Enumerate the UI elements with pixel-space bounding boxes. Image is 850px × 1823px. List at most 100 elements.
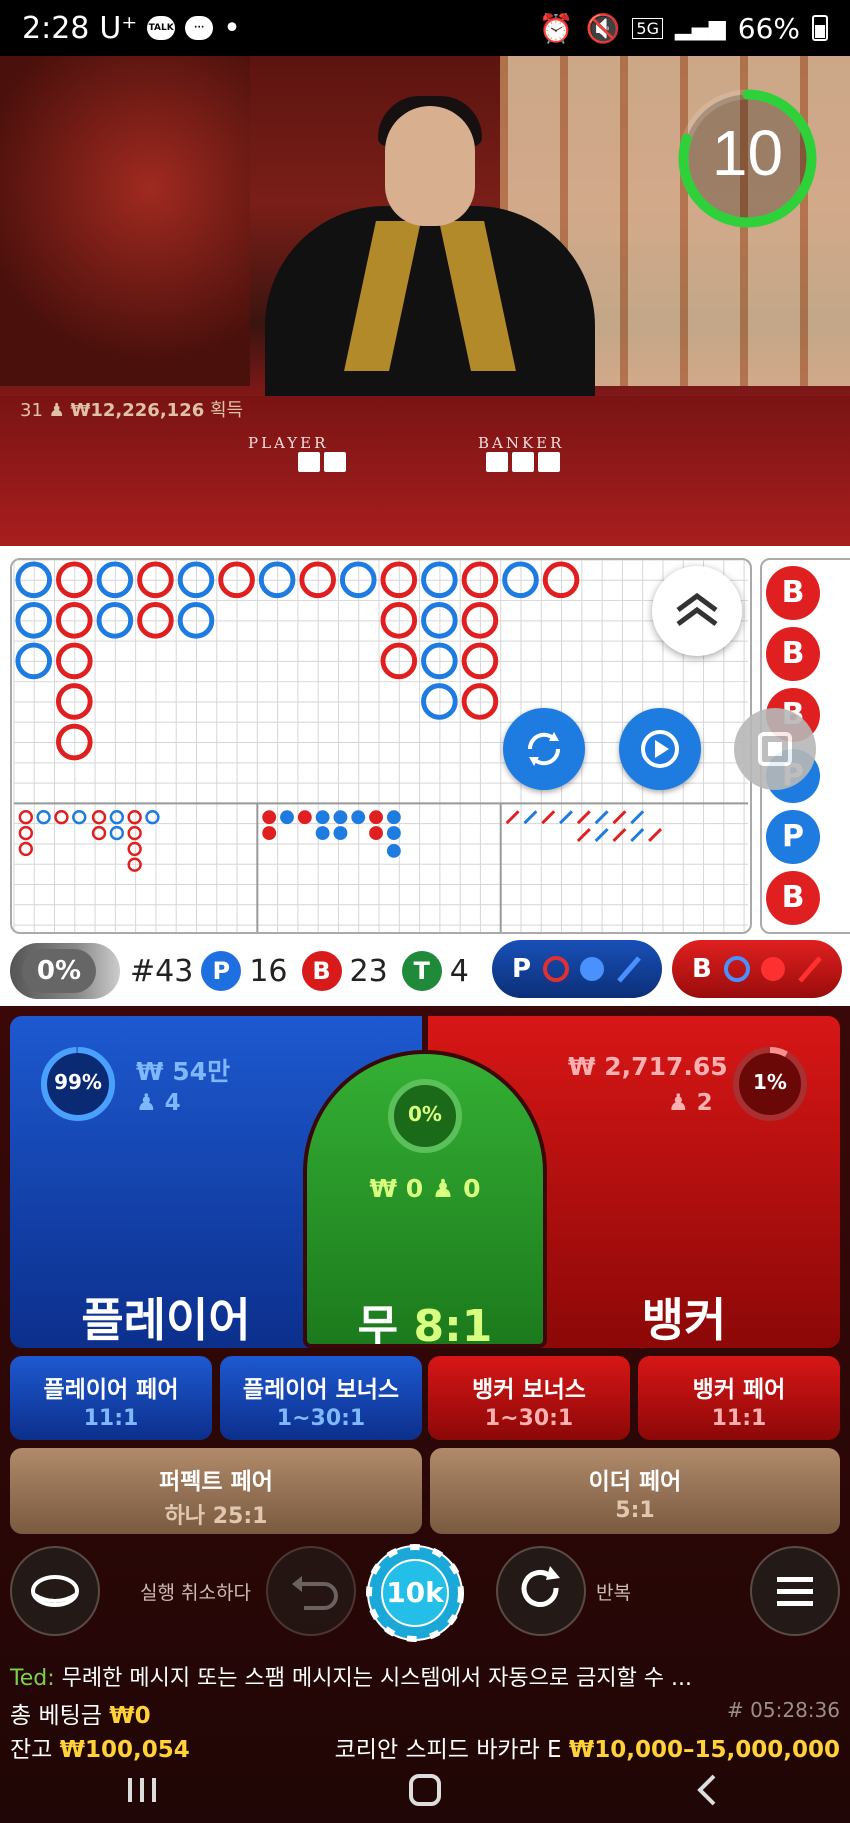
player-bonus-bet[interactable]: 플레이어 보너스 1~30:1 [220, 1356, 422, 1440]
menu-button[interactable] [750, 1546, 840, 1636]
small-road-mark [333, 826, 348, 840]
undo-button[interactable] [266, 1546, 356, 1636]
cockroach-road-mark [648, 828, 663, 843]
bead-road-mark: B [766, 871, 820, 925]
player-bettor-count: 4 [164, 1090, 181, 1116]
big-eye-road-mark [18, 810, 33, 825]
total-bet-value: ₩0 [109, 1703, 151, 1729]
tie-bet-label: 무 8:1 [307, 1290, 543, 1348]
recent-apps-icon[interactable] [122, 1770, 162, 1810]
round-stats: #43 P 16 B 23 T 4 [130, 945, 469, 997]
network-label: 5G [632, 17, 663, 39]
player-bettors: ♟ 4 [136, 1090, 181, 1116]
table-view-icon [31, 1575, 79, 1607]
player-pair-payout: 11:1 [83, 1406, 139, 1431]
player-ask-button[interactable]: P [492, 940, 662, 998]
winners-amount: ₩12,226,126 [70, 400, 205, 421]
banker-badge: B [301, 951, 342, 991]
big-road-mark [258, 561, 296, 599]
banker-bonus-payout: 1~30:1 [484, 1406, 574, 1431]
cockroach-road-mark [541, 810, 556, 825]
home-icon[interactable] [405, 1770, 445, 1810]
player-pair-label: 플레이어 페어 [43, 1377, 179, 1403]
big-eye-road-mark [127, 841, 142, 857]
repeat-label: 반복 [596, 1582, 631, 1604]
cockroach-road-mark [576, 828, 591, 843]
either-pair-label: 이더 페어 [588, 1469, 682, 1495]
chat-message: 무례한 메시지 또는 스팸 메시지는 시스템에서 자동으로 금지할 수 ... [61, 1666, 693, 1691]
playing-card [512, 452, 534, 472]
big-eye-road-mark [127, 810, 142, 825]
winners-suffix: 획득 [209, 400, 244, 421]
hamburger-menu-icon [777, 1577, 813, 1606]
replay-video-button[interactable] [619, 708, 701, 790]
tie-bet-zone[interactable]: 0% ₩ 0 ♟ 0 무 8:1 [303, 1050, 547, 1348]
player-pair-bet[interactable]: 플레이어 페어 11:1 [10, 1356, 212, 1440]
alarm-icon: ⏰ [538, 11, 574, 45]
either-pair-bet[interactable]: 이더 페어 5:1 [430, 1448, 840, 1534]
small-road-mark [369, 810, 383, 825]
status-time: 2:28 [22, 10, 90, 46]
banker-bettor-count: 2 [696, 1090, 713, 1116]
player-bonus-label: 플레이어 보너스 [242, 1377, 400, 1403]
player-bonus-payout: 1~30:1 [276, 1406, 366, 1431]
banker-pair-bet[interactable]: 뱅커 페어 11:1 [638, 1356, 840, 1440]
cockroach-road-mark [612, 828, 627, 843]
chat-bubble-icon: ··· [185, 16, 214, 40]
lobby-button[interactable] [10, 1546, 100, 1636]
picture-in-picture-button[interactable] [734, 708, 816, 790]
cockroach-road-mark [630, 828, 645, 843]
perfect-pair-label: 퍼펙트 페어 [159, 1469, 273, 1495]
replay-icon [641, 730, 679, 768]
small-road-mark [333, 810, 348, 825]
total-bet: 총 베팅금 ₩0 [10, 1696, 151, 1730]
banker-pair-payout: 11:1 [711, 1406, 767, 1431]
big-eye-road-mark [18, 841, 33, 857]
small-road-mark [262, 810, 277, 825]
status-carrier: U⁺ [99, 10, 138, 46]
chat-line[interactable]: Ted: 무례한 메시지 또는 스팸 메시지는 시스템에서 자동으로 금지할 수… [10, 1660, 692, 1692]
big-eye-road-mark [54, 810, 69, 825]
perfect-pair-bet[interactable]: 퍼펙트 페어 하나 25:1 [10, 1448, 422, 1534]
tie-count: 4 [449, 953, 469, 989]
chip-value: 10k [386, 1576, 444, 1609]
felt-player-label: PLAYER [248, 434, 329, 452]
felt-banker-label: BANKER [478, 434, 565, 452]
player-percent: 99% [54, 1070, 102, 1094]
player-ask-letter: P [512, 954, 532, 984]
countdown-timer-value: 10 [711, 117, 784, 189]
banker-bonus-bet[interactable]: 뱅커 보너스 1~30:1 [428, 1356, 630, 1440]
chat-username: Ted: [10, 1666, 55, 1691]
tie-payout: 8:1 [413, 1301, 493, 1348]
small-road-mark [369, 826, 383, 840]
player-total-amount: ₩ 54만 [136, 1057, 231, 1086]
mute-icon: 🔇 [585, 11, 621, 45]
banker-percent: 1% [753, 1070, 787, 1094]
chevron-double-up-icon [676, 592, 718, 627]
big-eye-road-mark [145, 810, 160, 825]
either-pair-payout: 5:1 [615, 1498, 655, 1523]
battery-percent: 66% [737, 11, 800, 45]
rotate-view-button[interactable] [503, 708, 585, 790]
banker-count: 23 [349, 953, 388, 989]
video-wall-left [0, 56, 250, 386]
pip-icon [758, 732, 792, 766]
small-road-mark [315, 826, 330, 840]
small-road-mark [315, 810, 330, 825]
banker-ask-button[interactable]: B [672, 940, 842, 998]
person-icon: ♟ [48, 400, 65, 421]
player-count: 16 [249, 953, 288, 989]
system-nav-bar [0, 1756, 850, 1823]
big-eye-road-mark [109, 810, 125, 825]
back-icon[interactable] [688, 1770, 728, 1810]
repeat-button[interactable] [496, 1546, 586, 1636]
collapse-roadmap-button[interactable] [652, 566, 742, 656]
bead-road-mark: P [766, 810, 820, 864]
banker-bonus-label: 뱅커 보너스 [472, 1377, 586, 1403]
tie-total-amount: ₩ 0 [369, 1174, 424, 1203]
small-road-mark [262, 826, 277, 840]
person-icon: ♟ [431, 1174, 455, 1203]
rotate-icon [527, 732, 561, 766]
person-icon: ♟ [668, 1090, 689, 1116]
small-road-mark [297, 810, 312, 825]
